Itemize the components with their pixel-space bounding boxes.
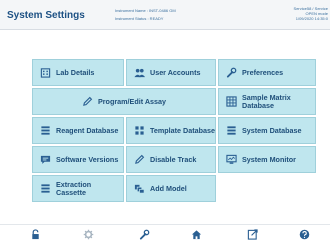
session-info: Service58 / Service OPEN mode 1/09/2020 … [294, 6, 328, 21]
program-edit-assay-label: Program/Edit Assay [97, 96, 167, 106]
maintenance-nav-button[interactable] [136, 229, 152, 243]
monitor-icon [226, 154, 237, 165]
settings-nav-button[interactable] [80, 229, 96, 243]
list-icon [226, 125, 237, 136]
preferences-button[interactable]: Preferences [218, 59, 316, 86]
program-edit-assay-button[interactable]: Program/Edit Assay [32, 88, 216, 115]
export-icon [247, 229, 258, 240]
lock-icon [30, 229, 41, 240]
pencil-icon [82, 96, 93, 107]
session-datetime: 1/09/2020 14:35:0 [295, 16, 328, 21]
add-model-label: Add Model [150, 183, 187, 193]
building-icon [40, 67, 51, 78]
system-monitor-button[interactable]: System Monitor [218, 146, 316, 173]
help-icon [299, 229, 310, 240]
template-grid-icon [134, 125, 145, 136]
template-database-label: Template Database [150, 125, 215, 135]
home-icon [191, 229, 202, 240]
list-icon [40, 183, 51, 194]
grid-icon [226, 96, 237, 107]
disable-track-label: Disable Track [150, 154, 197, 164]
system-database-label: System Database [242, 125, 302, 135]
software-versions-button[interactable]: Software Versions [32, 146, 124, 173]
software-versions-label: Software Versions [56, 154, 119, 164]
instrument-status: Instrument Status : READY [115, 16, 164, 21]
system-database-button[interactable]: System Database [218, 117, 316, 144]
export-nav-button[interactable] [244, 229, 260, 243]
lock-nav-button[interactable] [27, 229, 43, 243]
system-monitor-label: System Monitor [242, 154, 296, 164]
disable-track-button[interactable]: Disable Track [126, 146, 216, 173]
add-model-button[interactable]: Add Model [126, 175, 216, 202]
bottom-navigation-bar [0, 224, 330, 244]
pencil-icon [134, 154, 145, 165]
home-nav-button[interactable] [188, 229, 204, 243]
preferences-label: Preferences [242, 67, 284, 77]
user-accounts-button[interactable]: User Accounts [126, 59, 216, 86]
extraction-cassette-label: Extraction Cassette [56, 179, 92, 197]
lab-details-label: Lab Details [56, 67, 95, 77]
help-nav-button[interactable] [296, 229, 312, 243]
instrument-info: Instrument Name : INST-0486 GM Instrumen… [115, 7, 176, 23]
models-icon [134, 183, 145, 194]
list-icon [40, 125, 51, 136]
wrench-icon [226, 67, 237, 78]
wrench-icon [139, 229, 150, 240]
page-title: System Settings [7, 10, 85, 21]
reagent-database-label: Reagent Database [56, 125, 119, 135]
extraction-cassette-button[interactable]: Extraction Cassette [32, 175, 124, 202]
lab-details-button[interactable]: Lab Details [32, 59, 124, 86]
sample-matrix-database-label: Sample Matrix Database [242, 92, 291, 110]
sample-matrix-database-button[interactable]: Sample Matrix Database [218, 88, 316, 115]
reagent-database-button[interactable]: Reagent Database [32, 117, 124, 144]
gear-icon [83, 229, 94, 240]
chat-bubble-icon [40, 154, 51, 165]
template-database-button[interactable]: Template Database [126, 117, 216, 144]
header-bar: System Settings Instrument Name : INST-0… [0, 0, 330, 30]
instrument-name: Instrument Name : INST-0486 GM [115, 8, 176, 13]
users-icon [134, 67, 145, 78]
user-accounts-label: User Accounts [150, 67, 201, 77]
